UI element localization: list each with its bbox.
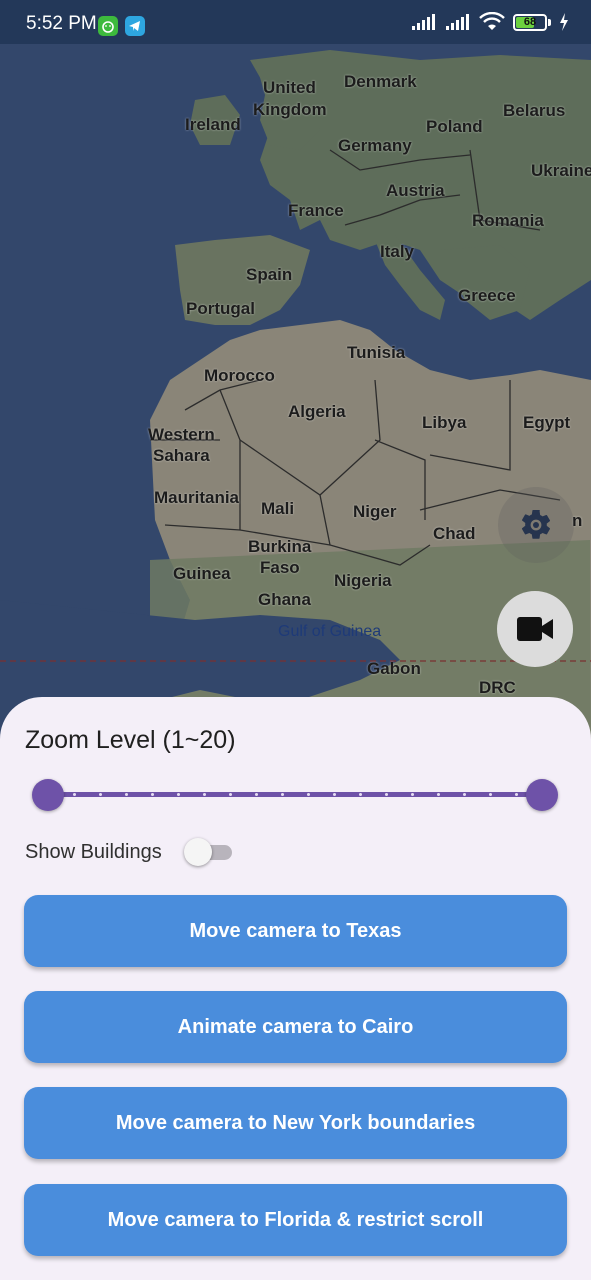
map-label-nigeria: Nigeria: [334, 571, 392, 590]
map-label-drc: DRC: [479, 678, 516, 697]
zoom-level-title: Zoom Level (1~20): [25, 726, 236, 754]
switch-knob: [183, 838, 212, 866]
slider-tick: [281, 793, 284, 796]
slider-tick: [99, 793, 102, 796]
slider-tick: [229, 793, 232, 796]
map-label-portugal: Portugal: [186, 299, 255, 318]
map-label-mali: Mali: [261, 499, 295, 518]
map-label-greece: Greece: [458, 286, 516, 305]
map-label-algeria: Algeria: [288, 402, 346, 421]
map-label-ireland: Ireland: [185, 115, 241, 134]
map-label-romania: Romania: [472, 211, 544, 230]
slider-tick: [359, 793, 362, 796]
slider-tick: [515, 793, 518, 796]
zoom-range-slider[interactable]: [30, 777, 560, 813]
show-buildings-label: Show Buildings: [25, 840, 162, 863]
signal-icon: [412, 14, 435, 30]
slider-tick: [489, 793, 492, 796]
slider-tick: [255, 793, 258, 796]
slider-tick: [151, 793, 154, 796]
animate-camera-cairo-button[interactable]: Animate camera to Cairo: [24, 991, 567, 1063]
battery-icon: 68: [513, 13, 551, 31]
status-time: 5:52 PM: [26, 13, 97, 34]
move-camera-new-york-button[interactable]: Move camera to New York boundaries: [24, 1087, 567, 1159]
move-camera-florida-button[interactable]: Move camera to Florida & restrict scroll: [24, 1184, 567, 1256]
map-label-france: France: [288, 201, 344, 220]
slider-tick: [411, 793, 414, 796]
video-camera-icon: [517, 617, 553, 641]
map-label-gabon: Gabon: [367, 659, 421, 678]
map-label-guinea: Guinea: [173, 564, 231, 583]
map-settings-button[interactable]: [498, 487, 574, 563]
gear-icon: [521, 509, 551, 539]
map-label-chad: Chad: [433, 524, 476, 543]
map-label-burkina-faso: Burkina: [248, 537, 312, 556]
status-right-icons: 68: [411, 12, 569, 32]
map-label-ukraine: Ukraine: [531, 161, 591, 180]
map-label-libya: Libya: [422, 413, 467, 432]
map-label-gulf-of-guinea: Gulf of Guinea: [278, 623, 382, 640]
slider-tick: [125, 793, 128, 796]
status-bar: 5:52 PM 68: [0, 0, 591, 44]
slider-tick: [203, 793, 206, 796]
map-label-western-sahara: Western: [148, 425, 215, 444]
wifi-icon: [479, 12, 505, 30]
signal-icon: [446, 14, 469, 30]
move-camera-texas-button[interactable]: Move camera to Texas: [24, 895, 567, 967]
slider-thumb-end[interactable]: [526, 779, 558, 811]
map-label-united-kingdom-2: Kingdom: [253, 100, 327, 119]
map-label-italy: Italy: [380, 242, 415, 261]
charging-icon: [560, 13, 568, 31]
map-label-tunisia: Tunisia: [347, 343, 406, 362]
controls-sheet: Zoom Level (1~20) Show Buildings Move ca…: [0, 697, 591, 1280]
slider-tick: [73, 793, 76, 796]
slider-tick: [437, 793, 440, 796]
map-label-mauritania: Mauritania: [154, 488, 240, 507]
slider-tick: [463, 793, 466, 796]
slider-track: [48, 792, 542, 797]
map-label-western-sahara-2: Sahara: [153, 446, 210, 465]
slider-tick: [177, 793, 180, 796]
slider-tick: [385, 793, 388, 796]
map-label-germany: Germany: [338, 136, 412, 155]
map-label-burkina-faso-2: Faso: [260, 558, 300, 577]
slider-tick: [333, 793, 336, 796]
slider-tick: [307, 793, 310, 796]
map-label-egypt: Egypt: [523, 413, 571, 432]
map-label-poland: Poland: [426, 117, 483, 136]
slider-thumb-start[interactable]: [32, 779, 64, 811]
show-buildings-row: Show Buildings: [25, 836, 232, 868]
map-label-austria: Austria: [386, 181, 445, 200]
map-label-united-kingdom: United: [263, 78, 316, 97]
map-label-ghana: Ghana: [258, 590, 311, 609]
map-label-spain: Spain: [246, 265, 293, 284]
show-buildings-switch[interactable]: [183, 836, 232, 868]
camera-button[interactable]: [497, 591, 573, 667]
map-label-belarus: Belarus: [503, 101, 566, 120]
map-label-denmark: Denmark: [344, 72, 417, 91]
battery-level: 68: [523, 16, 537, 28]
map-label-niger: Niger: [353, 502, 397, 521]
map-label-morocco: Morocco: [204, 366, 275, 385]
android-app-icon: [98, 16, 118, 36]
telegram-icon: [125, 16, 145, 36]
